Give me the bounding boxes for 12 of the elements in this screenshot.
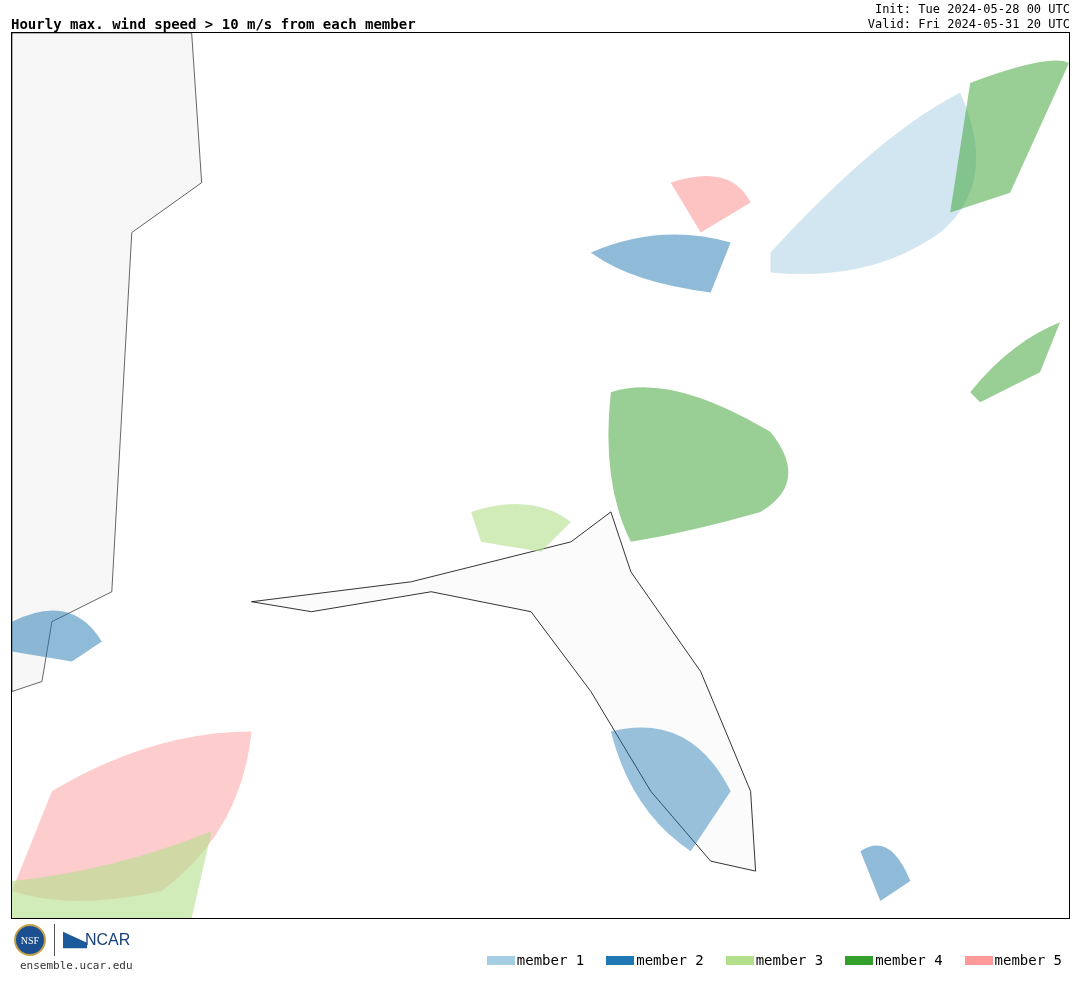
legend-label: member 4 bbox=[875, 952, 943, 968]
ncar-logo-icon bbox=[63, 931, 87, 949]
init-time: Init: Tue 2024-05-28 00 UTC bbox=[874, 2, 1070, 17]
ncar-logo: NCAR bbox=[85, 931, 131, 949]
valid-time: Valid: Fri 2024-05-31 20 UTC bbox=[867, 17, 1070, 32]
legend-label: member 1 bbox=[516, 952, 585, 968]
site-url: ensemble.ucar.edu bbox=[19, 959, 133, 972]
nsf-logo: NSF bbox=[14, 924, 46, 956]
legend-label: member 3 bbox=[755, 952, 824, 968]
legend-label: member 2 bbox=[636, 952, 704, 968]
legend-label: member 5 bbox=[994, 952, 1062, 968]
plot-title: Hourly max. wind speed > 10 m/s from each member bbox=[11, 16, 416, 32]
